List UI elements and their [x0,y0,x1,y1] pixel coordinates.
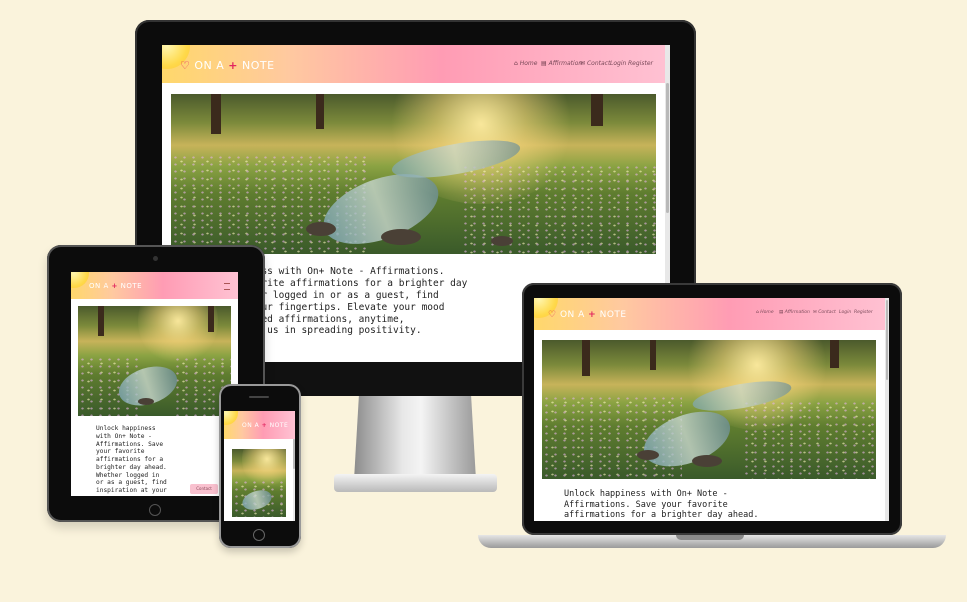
intro-text: Unlock happiness with On+ Note - Affirma… [564,489,759,521]
nav-contact-label: Contact [586,60,611,67]
contact-button[interactable]: Contact [190,484,218,494]
nav-affirmations[interactable]: ▤ Affirmation [541,60,582,67]
nav-contact[interactable]: ✉ Contact [813,310,836,315]
sun-icon [224,411,238,425]
brand-suffix: NOTE [269,422,289,429]
nav-login[interactable]: Login [839,310,851,315]
nav-home[interactable]: ⌂ Home [756,310,774,315]
heart-icon: ♡ [180,59,191,72]
contact-icon: ✉ [813,310,817,315]
nav-affirmations[interactable]: ▤ Affirmation [779,310,810,315]
brand-prefix: ON A [89,282,109,290]
hero-image [542,340,876,479]
brand-prefix: ON A [194,59,225,72]
nav-login-label: Login [839,310,852,315]
nav-login[interactable]: Login [610,60,626,67]
brand-prefix: ON A [559,310,585,320]
nav-register[interactable]: Register [628,60,653,67]
tablet-home-button[interactable] [149,504,161,516]
brand-prefix: ON A [242,422,260,429]
laptop-screen: ♡ ON A + NOTE ⌂ Home ▤ Affirmation ✉ Con… [534,298,889,521]
nav-home-label: Home [760,310,774,315]
nav-register-label: Register [854,310,873,315]
brand-logo[interactable]: ♡ ON A + NOTE [180,59,275,72]
brand-plus: + [588,310,597,320]
nav-register[interactable]: Register [854,310,873,315]
scrollbar[interactable] [293,439,295,521]
monitor-stand-base [334,474,497,492]
brand-plus: + [228,59,239,72]
nav-contact[interactable]: ✉ Contact [580,60,610,67]
nav-affirmations-label: Affirmation [548,60,583,67]
nav-home[interactable]: ⌂ Home [514,60,537,67]
nav-home-label: Home [519,60,538,67]
tablet-camera [153,256,158,261]
laptop-notch [676,535,744,540]
nav-contact-label: Contact [818,310,836,315]
hamburger-menu-icon[interactable] [224,283,230,290]
brand-plus: + [111,282,118,290]
brand-plus: + [261,422,268,429]
intro-text: Unlock happiness with On+ Note - Affirma… [96,425,167,494]
hero-image [171,94,656,254]
scrollbar-thumb[interactable] [886,300,888,380]
brand-suffix: NOTE [120,282,143,290]
heart-icon: ♡ [548,310,557,320]
nav-login-label: Login [610,60,627,67]
phone-screen: ON A + NOTE [224,411,295,521]
hero-image [78,306,231,416]
site-header: ♡ ON A + NOTE ⌂ Home ▤ Affirmation ✉ Con… [162,45,670,83]
sun-icon [71,272,89,288]
site-header: ♡ ON A + NOTE ⌂ Home ▤ Affirmation ✉ Con… [534,298,889,330]
nav-affirmations-label: Affirmation [784,310,810,315]
brand-logo[interactable]: ON A + NOTE [89,282,142,290]
home-icon: ⌂ [756,310,759,315]
contact-button-label: Contact [196,486,212,491]
scrollbar[interactable] [885,298,889,521]
monitor-stand-neck [354,396,476,480]
tablet-screen: ON A + NOTE Unlock happiness with On+ No… [71,272,238,496]
scrollbar-thumb[interactable] [293,439,295,469]
brand-suffix: NOTE [242,59,275,72]
phone-speaker [249,396,269,398]
phone-home-button[interactable] [253,529,265,541]
contact-icon: ✉ [580,60,586,67]
site-header: ON A + NOTE [71,272,238,299]
affirmations-icon: ▤ [779,310,784,315]
site-header: ON A + NOTE [224,411,295,439]
scrollbar-thumb[interactable] [666,83,669,213]
nav-register-label: Register [628,60,653,67]
brand-suffix: NOTE [599,310,627,320]
hero-image [232,449,286,517]
intro-text: ness with On+ Note - Affirmations. vorit… [250,266,468,337]
affirmations-icon: ▤ [541,60,547,67]
brand-logo[interactable]: ON A + NOTE [242,422,288,429]
brand-logo[interactable]: ♡ ON A + NOTE [548,310,627,320]
home-icon: ⌂ [514,60,518,67]
